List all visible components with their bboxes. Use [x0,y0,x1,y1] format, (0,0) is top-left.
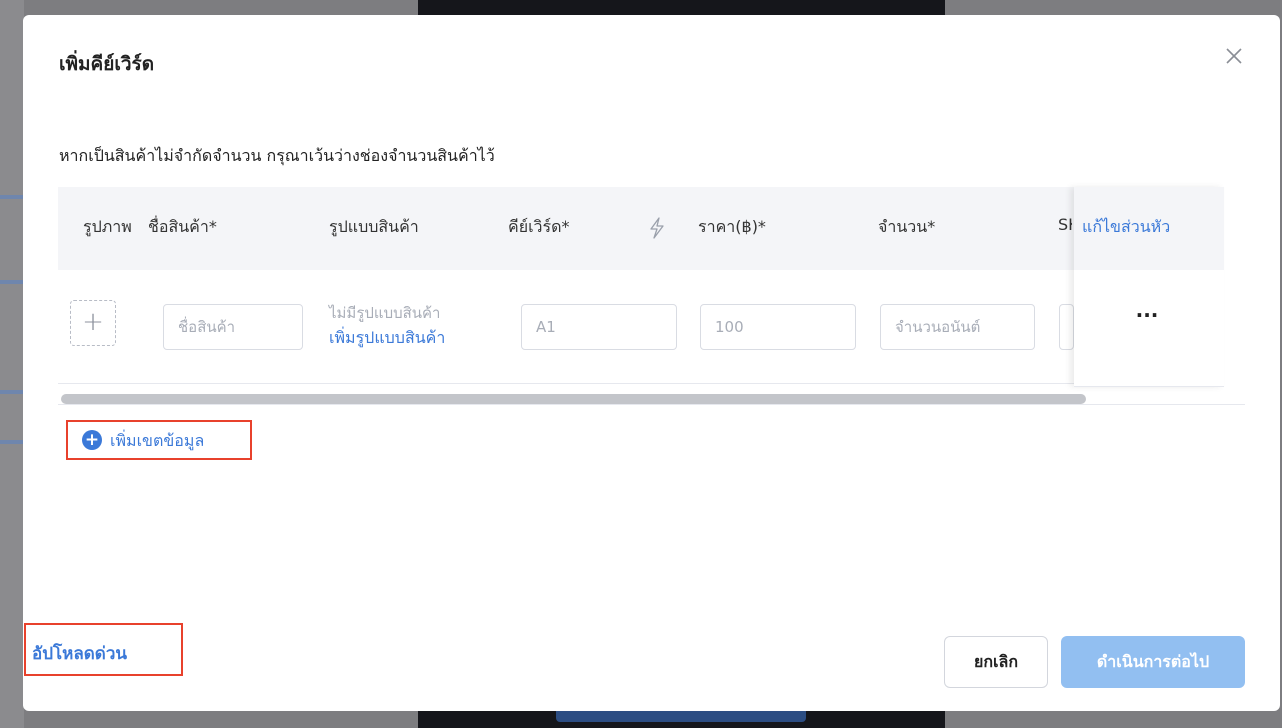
header-sku: SK [1058,215,1072,234]
sticky-actions-column: แก้ไขส่วนหัว ··· [1074,187,1224,387]
background-sidebar [0,0,24,728]
close-button[interactable] [1219,41,1249,71]
keyword-input[interactable] [521,304,677,350]
background-sidebar-mark [0,440,24,444]
quantity-input[interactable] [880,304,1035,350]
header-keyword: คีย์เวิร์ด* [508,217,570,236]
quick-upload-link[interactable]: อัปโหลดด่วน [24,623,183,676]
add-keyword-modal: เพิ่มคีย์เวิร์ด หากเป็นสินค้าไม่จำกัดจำน… [23,15,1280,711]
horizontal-scrollbar[interactable] [58,391,1245,405]
close-icon [1226,48,1242,64]
header-image: รูปภาพ [83,217,132,236]
header-quantity: จำนวน* [878,217,936,236]
background-sidebar-mark [0,195,24,199]
add-field-button[interactable]: + เพิ่มเขตข้อมูล [66,420,252,460]
add-circle-icon: + [82,430,102,450]
product-table: รูปภาพ ชื่อสินค้า* รูปแบบสินค้า คีย์เวิร… [58,187,1245,409]
background-sidebar-mark [0,390,24,394]
scrollbar-thumb[interactable] [61,394,1086,404]
table-header: รูปภาพ ชื่อสินค้า* รูปแบบสินค้า คีย์เวิร… [58,187,1074,270]
cancel-button[interactable]: ยกเลิก [944,636,1048,688]
product-name-input[interactable] [163,304,303,350]
variant-empty-text: ไม่มีรูปแบบสินค้า [329,304,441,322]
background-sidebar-mark [0,280,24,284]
price-input[interactable] [700,304,856,350]
edit-headers-link[interactable]: แก้ไขส่วนหัว [1082,215,1170,240]
add-field-label: เพิ่มเขตข้อมูล [110,431,205,450]
add-variant-link[interactable]: เพิ่มรูปแบบสินค้า [329,326,445,351]
continue-button[interactable]: ดำเนินการต่อไป [1061,636,1245,688]
sku-input[interactable] [1059,304,1074,350]
more-icon[interactable]: ··· [1132,305,1162,330]
quick-upload-label: อัปโหลดด่วน [32,644,128,664]
row-divider [58,383,1074,384]
header-variant: รูปแบบสินค้า [329,217,419,236]
lightning-icon[interactable] [648,217,666,239]
header-price: ราคา(฿)* [698,217,766,236]
modal-title: เพิ่มคีย์เวิร์ด [59,53,155,75]
image-upload-box[interactable]: + [70,300,116,346]
hint-text: หากเป็นสินค้าไม่จำกัดจำนวน กรุณาเว้นว่าง… [59,146,495,165]
header-product-name: ชื่อสินค้า* [148,217,217,236]
plus-icon: + [82,307,104,337]
